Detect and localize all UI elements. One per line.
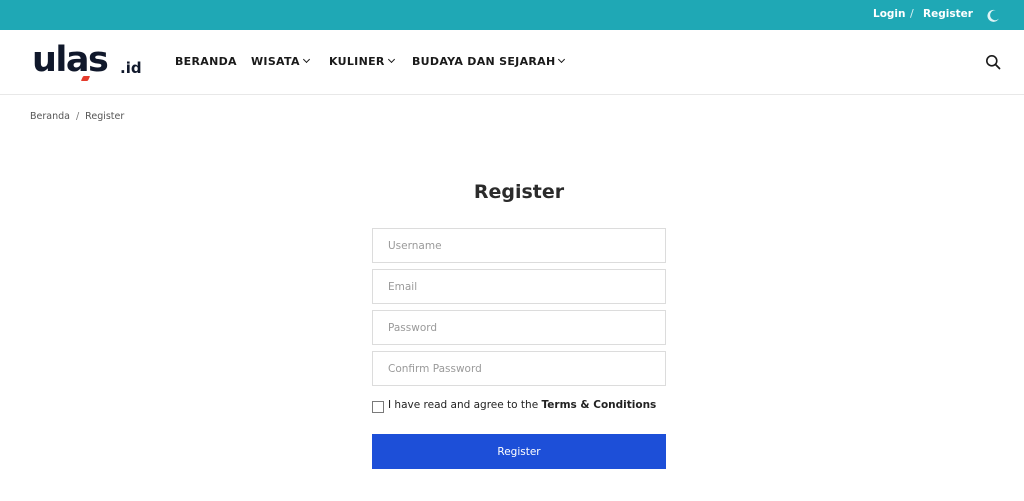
chevron-down-icon [558,55,566,64]
nav-kuliner-label: KULINER [329,55,385,68]
register-link[interactable]: Register [923,8,973,20]
logo-tld: .id [120,59,142,77]
password-input[interactable] [372,310,666,345]
nav-beranda-label: BERANDA [175,55,237,68]
page-title: Register [473,181,565,203]
register-button[interactable]: Register [372,434,666,469]
breadcrumb-current: Register [85,111,125,122]
breadcrumb: Beranda / Register [30,111,124,122]
chevron-down-icon [302,55,310,64]
nav-wisata-label: WISATA [251,55,300,68]
logo-wordmark: ulas [32,40,109,80]
terms-link[interactable]: Terms & Conditions [542,399,657,411]
terms-prefix: I have read and agree to the [388,399,542,411]
top-bar: Login / Register [0,0,1024,30]
username-input[interactable] [372,228,666,263]
logo-accent [80,76,91,81]
chevron-down-icon [387,55,395,64]
top-separator: / [910,7,914,20]
nav-budaya-dan-sejarah[interactable]: BUDAYA DAN SEJARAH [412,55,566,68]
confirm-password-input[interactable] [372,351,666,386]
breadcrumb-home[interactable]: Beranda [30,111,70,122]
moon-icon[interactable] [986,8,1000,22]
nav-beranda[interactable]: BERANDA [175,55,237,68]
login-link[interactable]: Login [873,8,906,20]
terms-label: I have read and agree to the Terms & Con… [388,399,656,411]
search-icon[interactable] [985,54,1001,70]
nav-wisata[interactable]: WISATA [251,55,310,68]
nav-budaya-label: BUDAYA DAN SEJARAH [412,55,556,68]
terms-checkbox[interactable] [372,401,384,413]
email-input[interactable] [372,269,666,304]
breadcrumb-separator: / [75,111,80,122]
site-logo[interactable]: ulas .id [32,40,147,86]
site-header: ulas .id BERANDA WISATA KULINER BUDAYA D… [0,30,1024,95]
nav-kuliner[interactable]: KULINER [329,55,395,68]
